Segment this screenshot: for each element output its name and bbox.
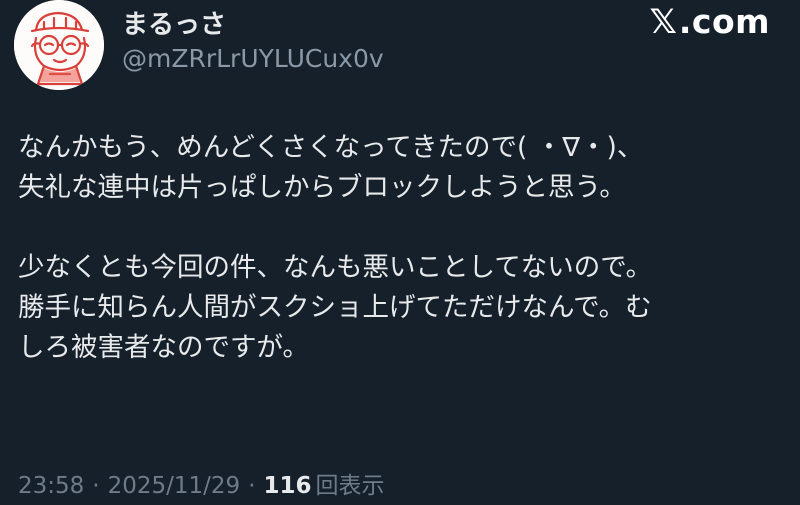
views-label[interactable]: 回表示 xyxy=(316,466,385,500)
display-name[interactable]: まるっさ xyxy=(122,4,226,41)
tweet-paragraph: 少なくとも今回の件、なんも悪いことしてないので。 勝手に知らん人間がスクショ上げ… xyxy=(18,252,653,363)
tweet-card: まるっさ @mZRrLrUYLUCux0v 𝕏 .com なんかもう、めんどくさ… xyxy=(0,0,800,505)
meta-separator: · xyxy=(92,473,100,499)
brand-domain: .com xyxy=(678,2,770,41)
views-count[interactable]: 116 xyxy=(264,473,312,499)
meta-separator: · xyxy=(248,473,256,499)
tweet-text: なんかもう、めんどくさくなってきたので( ・∇・)、 失礼な連中は片っぱしからブ… xyxy=(18,128,788,368)
cartoon-face-icon xyxy=(14,0,104,90)
tweet-meta: 23:58 · 2025/11/29 · 116 回表示 xyxy=(18,466,385,500)
user-handle[interactable]: @mZRrLrUYLUCux0v xyxy=(122,44,384,73)
post-date[interactable]: 2025/11/29 xyxy=(108,473,241,499)
tweet-paragraph: なんかもう、めんどくさくなってきたので( ・∇・)、 失礼な連中は片っぱしからブ… xyxy=(18,132,644,203)
avatar[interactable] xyxy=(14,0,104,90)
post-time[interactable]: 23:58 xyxy=(18,473,84,499)
x-logo-icon: 𝕏 xyxy=(649,2,677,42)
brand-watermark: 𝕏 .com xyxy=(649,2,770,42)
